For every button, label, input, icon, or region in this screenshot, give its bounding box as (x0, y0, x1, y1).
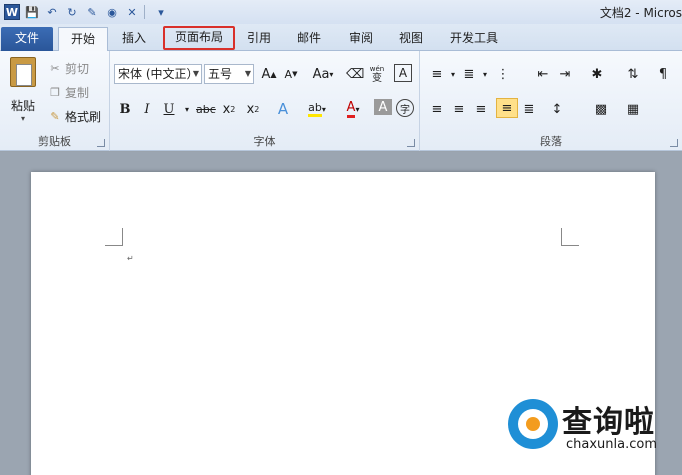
decrease-indent-icon[interactable]: ⇤ (534, 64, 552, 84)
phonetic-char: 变 (372, 73, 382, 84)
tab-home[interactable]: 开始 (58, 27, 108, 51)
numbering-dropdown-icon[interactable]: ▾ (476, 64, 494, 84)
customize-icon[interactable]: ▾ (153, 4, 169, 20)
margin-corner-top-right (561, 228, 579, 246)
font-launcher-icon[interactable] (407, 139, 415, 147)
show-marks-icon[interactable]: ¶ (654, 64, 672, 84)
clear-formatting-icon[interactable]: ⌫ (346, 64, 364, 84)
paste-button[interactable]: 粘贴 ▾ (6, 55, 40, 123)
format-painter-button[interactable]: ✎ 格式刷 (48, 107, 101, 125)
font-name-select[interactable]: 宋体 (中文正） ▼ (114, 64, 202, 84)
scissors-icon: ✂ (50, 61, 60, 75)
font-name-value: 宋体 (中文正） (118, 67, 199, 81)
chevron-down-icon: ▼ (244, 69, 251, 78)
line-spacing-icon[interactable]: ↕ (548, 99, 566, 119)
character-border-button[interactable]: A (394, 64, 412, 82)
tab-insert[interactable]: 插入 (114, 27, 154, 51)
underline-dropdown-icon[interactable]: ▾ (178, 99, 196, 119)
ribbon: 粘贴 ▾ ✂ 剪切 ❐ 复制 ✎ 格式刷 剪贴板 宋体 (中文正） ▼ 五号 ▼ A… (0, 51, 682, 151)
paragraph-group: ≡ ▾ ≣ ▾ ⋮ ⇤ ⇥ ✱ ⇅ ¶ ≡ ≡ ≡ ≡ ≣ ↕ ▩ ▦ 段落 (420, 51, 682, 151)
copy-icon: ❐ (50, 85, 60, 99)
tab-page-layout[interactable]: 页面布局 (163, 26, 235, 50)
tab-view[interactable]: 视图 (392, 27, 430, 51)
eraser-icon[interactable]: ✕ (124, 4, 140, 20)
tab-references[interactable]: 引用 (240, 27, 278, 51)
shrink-font-button[interactable]: A ▼ (282, 64, 300, 84)
ribbon-tabs: 文件 开始 插入 页面布局 引用 邮件 审阅 视图 开发工具 (0, 24, 682, 51)
save-icon[interactable]: 💾 (24, 4, 40, 20)
align-left-icon[interactable]: ≡ (428, 99, 446, 119)
increase-indent-icon[interactable]: ⇥ (556, 64, 574, 84)
underline-button[interactable]: U (160, 99, 178, 119)
copy-label: 复制 (65, 85, 90, 100)
copy-button[interactable]: ❐ 复制 (48, 83, 89, 101)
shading-icon[interactable]: ▩ (592, 99, 610, 119)
chaxunla-logo-icon (508, 399, 558, 449)
clipboard-icon (10, 57, 36, 87)
redo-icon[interactable]: ↻ (64, 4, 80, 20)
distributed-icon[interactable]: ≣ (520, 99, 538, 119)
clipboard-launcher-icon[interactable] (97, 139, 105, 147)
margin-corner-top-left (105, 228, 123, 246)
tab-file[interactable]: 文件 (1, 27, 53, 51)
chevron-down-icon: ▼ (192, 69, 199, 78)
font-size-value: 五号 (208, 67, 233, 81)
format-painter-icon[interactable]: ✎ (84, 4, 100, 20)
highlight-color-button[interactable]: ab ▾ (302, 99, 332, 119)
asian-layout-icon[interactable]: ✱ (588, 64, 606, 84)
paste-dropdown-icon[interactable]: ▾ (6, 114, 40, 123)
justify-icon[interactable]: ≡ (496, 98, 518, 118)
tab-review[interactable]: 审阅 (342, 27, 380, 51)
font-color-button[interactable]: A ▾ (338, 99, 368, 119)
strikethrough-button[interactable]: abc (196, 99, 216, 119)
sort-icon[interactable]: ⇅ (624, 64, 642, 84)
paragraph-launcher-icon[interactable] (670, 139, 678, 147)
align-center-icon[interactable]: ≡ (450, 99, 468, 119)
character-shading-button[interactable]: A (374, 99, 392, 115)
site-watermark: 查询啦 chaxunla.com (508, 397, 668, 453)
word-logo-icon[interactable]: W (4, 4, 20, 20)
format-painter-label: 格式刷 (65, 109, 102, 124)
brush-icon: ✎ (50, 109, 60, 123)
color-icon[interactable]: ◉ (104, 4, 120, 20)
enclose-char-label: 字 (400, 104, 410, 116)
bold-button[interactable]: B (116, 99, 134, 119)
watermark-brand: 查询啦 (562, 405, 655, 440)
clipboard-group-label: 剪贴板 (38, 135, 71, 148)
enclose-characters-button[interactable]: 字 (396, 99, 414, 117)
cut-button[interactable]: ✂ 剪切 (48, 59, 89, 77)
paste-label: 粘贴 (10, 99, 35, 113)
font-group-label: 字体 (253, 135, 276, 148)
align-right-icon[interactable]: ≡ (472, 99, 490, 119)
font-size-select[interactable]: 五号 ▼ (204, 64, 254, 84)
cut-label: 剪切 (65, 61, 90, 76)
undo-icon[interactable]: ↶ (44, 4, 60, 20)
paragraph-mark-icon: ↵ (127, 254, 134, 263)
tab-mailings[interactable]: 邮件 (290, 27, 328, 51)
grow-font-button[interactable]: A ▲ (260, 64, 278, 84)
window-title: 文档2 - Micros (599, 6, 682, 20)
borders-icon[interactable]: ▦ (624, 99, 642, 119)
text-effects-button[interactable]: A (274, 99, 292, 119)
separator (144, 5, 145, 19)
multilevel-list-icon[interactable]: ⋮ (494, 64, 512, 84)
title-bar: W 💾 ↶ ↻ ✎ ◉ ✕ ▾ 文档2 - Micros (0, 0, 682, 24)
superscript-button[interactable]: x2 (244, 99, 262, 119)
change-case-label: Aa (312, 66, 330, 82)
phonetic-guide-button[interactable]: wén 变 (368, 64, 386, 84)
paragraph-group-label: 段落 (540, 135, 562, 148)
tab-developer[interactable]: 开发工具 (442, 27, 506, 51)
italic-button[interactable]: I (138, 99, 156, 119)
subscript-button[interactable]: x2 (220, 99, 238, 119)
clipboard-group: 粘贴 ▾ ✂ 剪切 ❐ 复制 ✎ 格式刷 剪贴板 (0, 51, 110, 151)
watermark-url: chaxunla.com (566, 437, 657, 452)
change-case-button[interactable]: Aa ▾ (310, 64, 336, 84)
font-group: 宋体 (中文正） ▼ 五号 ▼ A ▲ A ▼ Aa ▾ ⌫ wén 变 A B I U ▾… (110, 51, 420, 151)
